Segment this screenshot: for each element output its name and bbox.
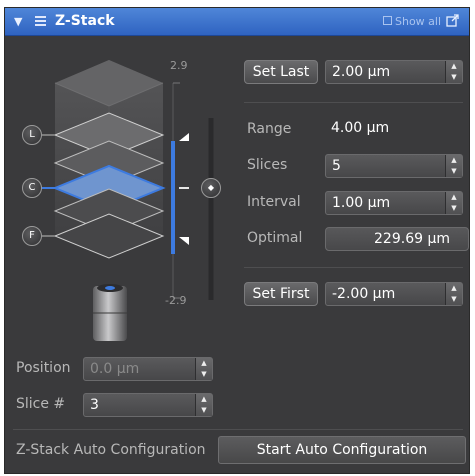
slice-number-label: Slice # — [16, 396, 66, 412]
position-spinner-icon[interactable]: ▲ ▼ — [195, 358, 212, 380]
set-first-button[interactable]: Set First — [244, 282, 318, 306]
slice-number-value: 3 — [90, 397, 99, 413]
range-value: 4.00 µm — [331, 120, 390, 136]
z-stack-visualization — [41, 60, 214, 341]
position-field[interactable]: 0.0 µm ▲ ▼ — [83, 357, 213, 381]
z-min-label: -2.9 — [165, 294, 187, 307]
collapse-arrow-icon[interactable]: ▼ — [14, 15, 22, 28]
undock-icon[interactable] — [446, 14, 459, 27]
first-marker-button[interactable]: F — [22, 226, 42, 246]
divider — [244, 102, 463, 103]
set-last-value: 2.00 µm — [332, 64, 391, 80]
panel-title: Z-Stack — [55, 13, 115, 29]
title-bar: ▼ Z-Stack Show all — [5, 8, 469, 36]
set-first-value: -2.00 µm — [332, 286, 396, 302]
objective-icon — [93, 284, 127, 341]
focus-slider-handle[interactable]: ◆ — [201, 178, 221, 198]
slices-label: Slices — [247, 157, 288, 173]
slice-number-spinner-icon[interactable]: ▲ ▼ — [195, 394, 212, 416]
slice-number-field[interactable]: 3 ▲ ▼ — [83, 393, 213, 417]
interval-spinner-icon[interactable]: ▲ ▼ — [445, 192, 462, 214]
set-last-field[interactable]: 2.00 µm ▲ ▼ — [325, 60, 463, 84]
last-marker-button[interactable]: L — [22, 125, 42, 145]
show-all-label: Show all — [395, 15, 442, 28]
show-all-toggle[interactable]: Show all — [383, 15, 441, 28]
set-first-field[interactable]: -2.00 µm ▲ ▼ — [325, 282, 463, 306]
menu-icon[interactable] — [35, 16, 46, 26]
optimal-readout[interactable]: 229.69 µm — [325, 227, 469, 251]
interval-field[interactable]: 1.00 µm ▲ ▼ — [325, 191, 463, 215]
auto-config-label: Z-Stack Auto Configuration — [16, 442, 206, 458]
interval-label: Interval — [247, 194, 301, 210]
divider — [13, 429, 463, 430]
set-first-spinner-icon[interactable]: ▲ ▼ — [445, 283, 462, 305]
interval-value: 1.00 µm — [332, 195, 391, 211]
slices-field[interactable]: 5 ▲ ▼ — [325, 154, 463, 178]
position-label: Position — [16, 360, 71, 376]
optimal-label: Optimal — [247, 230, 303, 246]
position-value: 0.0 µm — [90, 361, 140, 377]
divider — [244, 267, 463, 268]
checkbox-icon[interactable] — [383, 16, 392, 25]
z-scale — [171, 82, 189, 299]
range-label: Range — [247, 121, 292, 137]
slices-value: 5 — [332, 158, 341, 174]
set-last-button[interactable]: Set Last — [244, 60, 318, 84]
center-marker-button[interactable]: C — [22, 178, 42, 198]
start-auto-configuration-button[interactable]: Start Auto Configuration — [218, 436, 466, 464]
z-max-label: 2.9 — [170, 59, 188, 72]
set-last-spinner-icon[interactable]: ▲ ▼ — [445, 61, 462, 83]
slices-spinner-icon[interactable]: ▲ ▼ — [445, 155, 462, 177]
z-stack-panel: ▼ Z-Stack Show all 2.9 -2.9 L C F ◆ Set … — [4, 7, 470, 474]
